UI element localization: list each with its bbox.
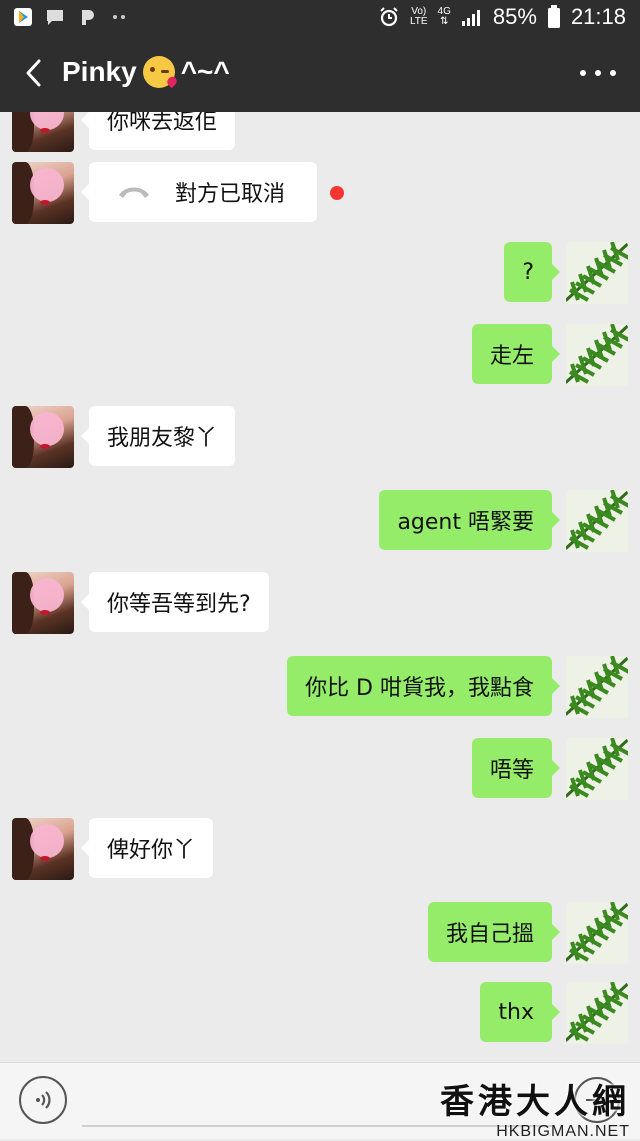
status-bar: Vo) LTE 4G ⇅ 85% 21:18 xyxy=(0,0,640,36)
signal-icon xyxy=(461,10,480,26)
watermark: 香港大人網 HKBIGMAN.NET xyxy=(440,1074,630,1141)
watermark-url: HKBIGMAN.NET xyxy=(496,1123,630,1140)
message-bubble[interactable]: 你等吾等到先? xyxy=(81,572,269,632)
my-avatar[interactable] xyxy=(566,324,628,386)
my-avatar[interactable] xyxy=(566,902,628,964)
voice-input-icon[interactable] xyxy=(19,1076,67,1124)
message-bubble[interactable]: 你比 D 咁貨我，我點食 xyxy=(287,656,560,716)
contact-avatar[interactable] xyxy=(12,818,74,880)
my-avatar[interactable] xyxy=(566,656,628,718)
contact-avatar[interactable] xyxy=(12,162,74,224)
battery-percent: 85% xyxy=(492,4,537,29)
contact-name: Pinky xyxy=(62,56,137,87)
notification-icons xyxy=(12,6,130,28)
message-bubble[interactable]: 俾好你丫 xyxy=(80,818,214,878)
message-icon xyxy=(44,6,66,28)
message-list[interactable]: 你咪去返佢 對方已取消 ? 走左 我朋友黎丫 agent 唔緊要 你等吾等到先?… xyxy=(0,112,640,1062)
message-bubble[interactable]: 我自己搵 xyxy=(427,902,561,962)
system-icons: Vo) LTE 4G ⇅ 85% 21:18 xyxy=(378,4,626,30)
my-avatar[interactable] xyxy=(566,738,628,800)
more-horizontal-icon[interactable] xyxy=(580,70,616,78)
call-status-text: 對方已取消 xyxy=(175,182,286,207)
watermark-title: 香港大人網 xyxy=(440,1082,630,1122)
phone-hangup-icon xyxy=(119,187,149,198)
battery-icon xyxy=(547,5,560,28)
alarm-icon xyxy=(380,7,398,27)
my-avatar[interactable] xyxy=(566,982,628,1044)
message-bubble[interactable]: agent 唔緊要 xyxy=(379,490,560,550)
back-chevron-icon[interactable] xyxy=(20,58,50,88)
message-bubble[interactable]: thx xyxy=(480,982,560,1042)
chat-title: Pinky ^~^ xyxy=(62,56,230,89)
kissing-face-emoji xyxy=(142,56,179,89)
more-dots-icon xyxy=(108,6,130,28)
google-play-icon xyxy=(12,6,34,28)
message-bubble[interactable]: 走左 xyxy=(471,324,561,384)
volte-icon: Vo) LTE xyxy=(409,6,428,27)
contact-avatar[interactable] xyxy=(12,572,74,634)
clock: 21:18 xyxy=(570,4,626,29)
message-bubble[interactable]: 唔等 xyxy=(471,738,561,798)
my-avatar[interactable] xyxy=(566,490,628,552)
call-bubble[interactable]: 對方已取消 xyxy=(81,162,317,222)
message-bubble[interactable]: 我朋友黎丫 xyxy=(80,406,236,466)
chat-header: Pinky ^~^ xyxy=(0,36,640,112)
unread-dot xyxy=(330,186,344,200)
my-avatar[interactable] xyxy=(566,242,628,304)
contact-avatar[interactable] xyxy=(12,112,74,152)
message-bubble[interactable]: 你咪去返佢 xyxy=(80,112,236,150)
message-bubble[interactable]: ? xyxy=(504,242,560,302)
4g-icon: 4G ⇅ xyxy=(437,6,451,27)
contact-name-suffix: ^~^ xyxy=(180,56,230,87)
contact-avatar[interactable] xyxy=(12,406,74,468)
p-app-icon xyxy=(76,6,98,28)
